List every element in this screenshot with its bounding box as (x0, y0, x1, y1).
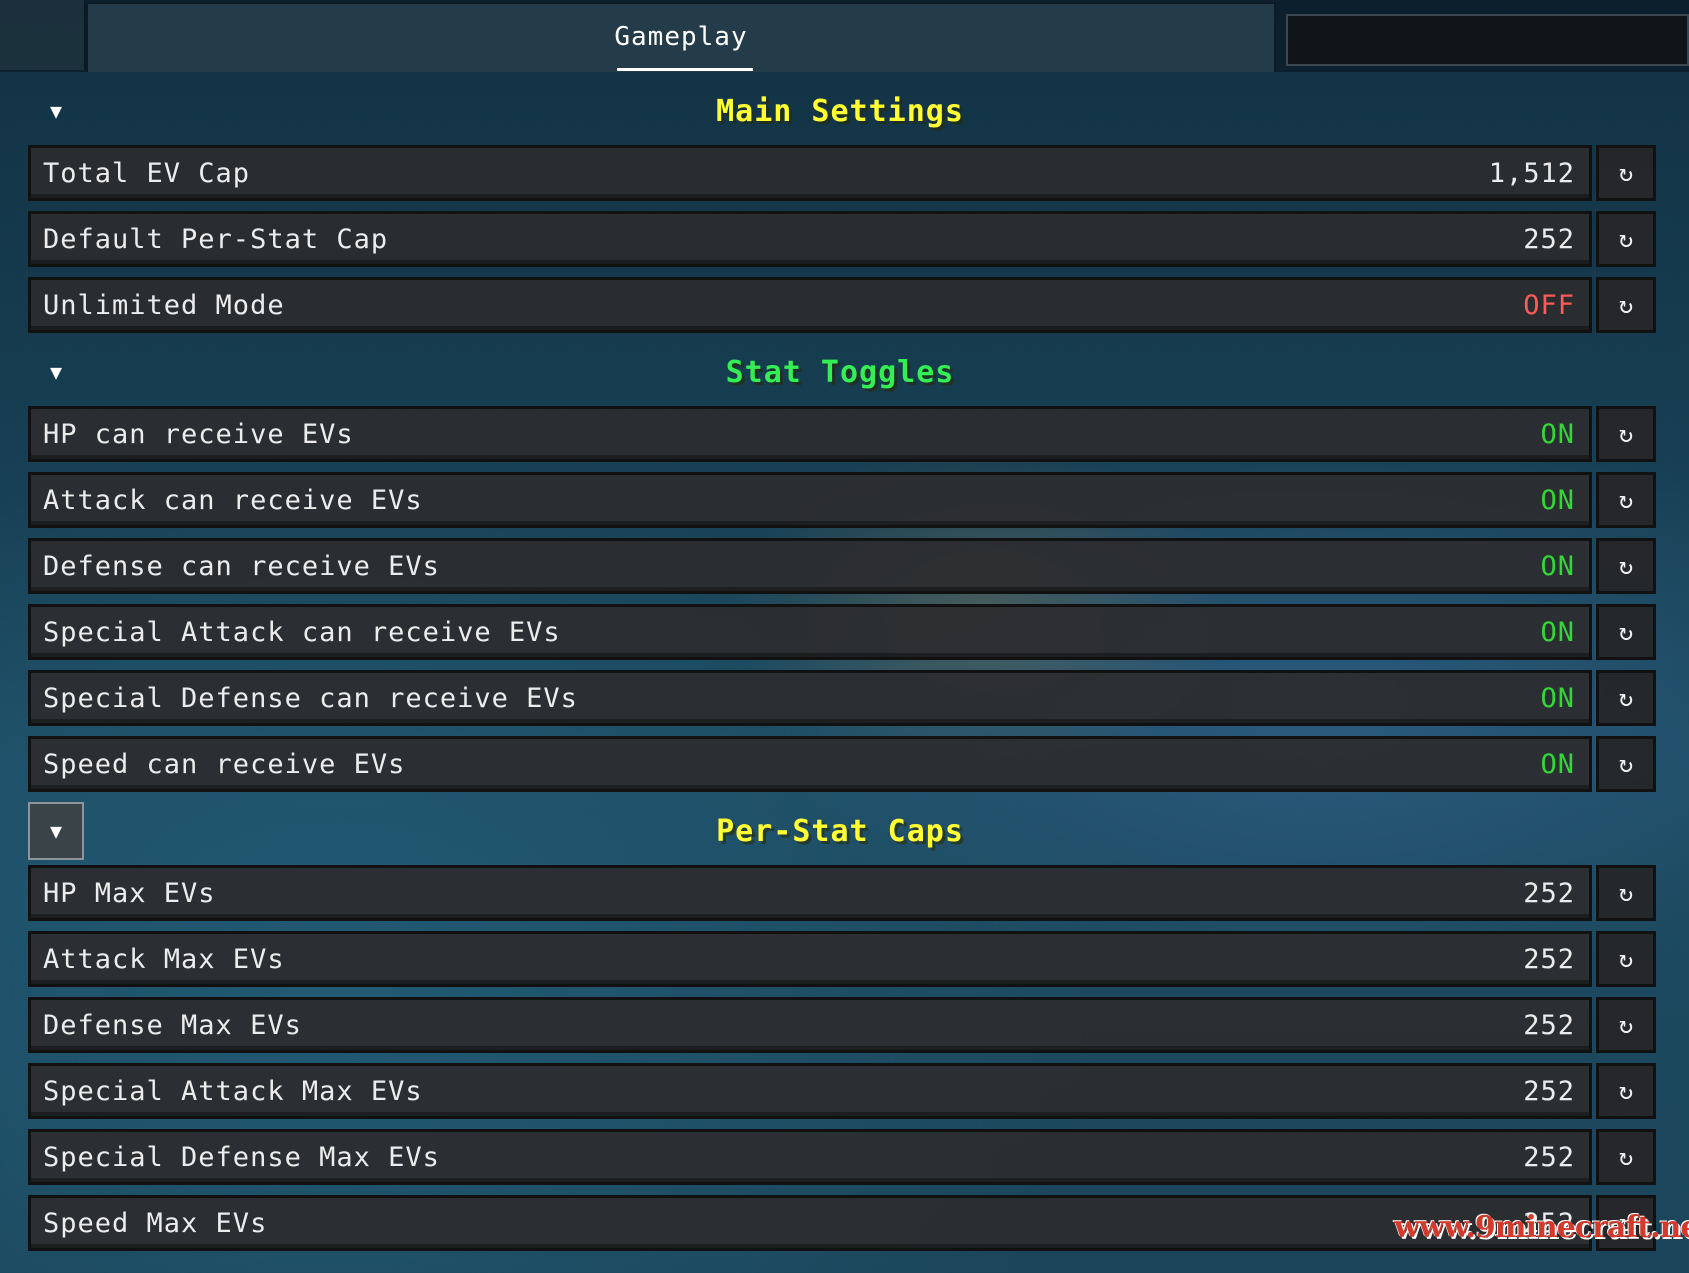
option-value: 252 (1523, 1010, 1575, 1041)
toggle-value: ON (1540, 617, 1575, 648)
option-label: Unlimited Mode (43, 290, 285, 321)
reset-icon[interactable]: ↻ (1596, 997, 1656, 1053)
tab-gameplay[interactable]: Gameplay (86, 2, 1276, 72)
tab-gameplay-label: Gameplay (614, 22, 748, 52)
reset-icon[interactable]: ↻ (1596, 1129, 1656, 1185)
option-label: Special Attack can receive EVs (43, 617, 561, 648)
section-title: Main Settings (716, 94, 964, 129)
section-title: Stat Toggles (725, 355, 955, 390)
option-value: 252 (1523, 878, 1575, 909)
option-label: HP can receive EVs (43, 419, 354, 450)
option-field[interactable]: Defense can receive EVs ON (28, 538, 1592, 594)
option-label: Attack Max EVs (43, 944, 285, 975)
watermark: www.9minecraft.net (1394, 1210, 1689, 1245)
option-field[interactable]: Special Attack can receive EVs ON (28, 604, 1592, 660)
option-field[interactable]: Special Defense Max EVs 252 (28, 1129, 1592, 1185)
toggle-value: ON (1540, 551, 1575, 582)
option-row-total-ev-cap[interactable]: Total EV Cap 1,512 ↻ (28, 145, 1656, 201)
option-row-attack-toggle[interactable]: Attack can receive EVs ON ↻ (28, 472, 1656, 528)
option-field[interactable]: Attack Max EVs 252 (28, 931, 1592, 987)
tab-bar: Gameplay (0, 0, 1689, 72)
option-row-defense-toggle[interactable]: Defense can receive EVs ON ↻ (28, 538, 1656, 594)
reset-icon[interactable]: ↻ (1596, 472, 1656, 528)
tab-active-indicator (617, 68, 753, 71)
option-row-hp-toggle[interactable]: HP can receive EVs ON ↻ (28, 406, 1656, 462)
option-row-special-defense-max[interactable]: Special Defense Max EVs 252 ↻ (28, 1129, 1656, 1185)
option-label: Defense can receive EVs (43, 551, 440, 582)
option-row-unlimited-mode[interactable]: Unlimited Mode OFF ↻ (28, 277, 1656, 333)
option-field[interactable]: Defense Max EVs 252 (28, 997, 1592, 1053)
option-field[interactable]: HP Max EVs 252 (28, 865, 1592, 921)
option-field[interactable]: Total EV Cap 1,512 (28, 145, 1592, 201)
option-row-speed-toggle[interactable]: Speed can receive EVs ON ↻ (28, 736, 1656, 792)
option-value: 252 (1523, 1076, 1575, 1107)
option-label: Total EV Cap (43, 158, 251, 189)
option-row-special-defense-toggle[interactable]: Special Defense can receive EVs ON ↻ (28, 670, 1656, 726)
section-header-stat-toggles: ▼ Stat Toggles (0, 349, 1689, 395)
search-input[interactable] (1286, 14, 1689, 66)
option-label: Defense Max EVs (43, 1010, 302, 1041)
option-label: Special Attack Max EVs (43, 1076, 423, 1107)
option-value: 252 (1523, 944, 1575, 975)
option-field[interactable]: Speed can receive EVs ON (28, 736, 1592, 792)
section-title: Per-Stat Caps (716, 814, 964, 849)
option-label: Speed can receive EVs (43, 749, 406, 780)
option-field[interactable]: Default Per-Stat Cap 252 (28, 211, 1592, 267)
option-row-special-attack-max[interactable]: Special Attack Max EVs 252 ↻ (28, 1063, 1656, 1119)
option-field[interactable]: Special Attack Max EVs 252 (28, 1063, 1592, 1119)
reset-icon[interactable]: ↻ (1596, 211, 1656, 267)
option-row-attack-max[interactable]: Attack Max EVs 252 ↻ (28, 931, 1656, 987)
reset-icon[interactable]: ↻ (1596, 604, 1656, 660)
option-value: 252 (1523, 1142, 1575, 1173)
toggle-value: ON (1540, 683, 1575, 714)
option-row-default-per-stat-cap[interactable]: Default Per-Stat Cap 252 ↻ (28, 211, 1656, 267)
reset-icon[interactable]: ↻ (1596, 1063, 1656, 1119)
option-field[interactable]: HP can receive EVs ON (28, 406, 1592, 462)
section-header-per-stat-caps: ▼ Per-Stat Caps (0, 802, 1689, 860)
reset-icon[interactable]: ↻ (1596, 736, 1656, 792)
reset-icon[interactable]: ↻ (1596, 538, 1656, 594)
tab-scroll-left[interactable] (0, 0, 86, 70)
option-field[interactable]: Attack can receive EVs ON (28, 472, 1592, 528)
reset-icon[interactable]: ↻ (1596, 145, 1656, 201)
option-field[interactable]: Speed Max EVs 252 (28, 1195, 1592, 1251)
toggle-value: ON (1540, 419, 1575, 450)
option-field[interactable]: Special Defense can receive EVs ON (28, 670, 1592, 726)
option-label: Special Defense Max EVs (43, 1142, 440, 1173)
option-row-defense-max[interactable]: Defense Max EVs 252 ↻ (28, 997, 1656, 1053)
reset-icon[interactable]: ↻ (1596, 865, 1656, 921)
toggle-value: OFF (1523, 290, 1575, 321)
option-label: Speed Max EVs (43, 1208, 268, 1239)
option-label: Special Defense can receive EVs (43, 683, 578, 714)
option-row-special-attack-toggle[interactable]: Special Attack can receive EVs ON ↻ (28, 604, 1656, 660)
toggle-value: ON (1540, 485, 1575, 516)
option-label: Attack can receive EVs (43, 485, 423, 516)
option-field[interactable]: Unlimited Mode OFF (28, 277, 1592, 333)
option-label: HP Max EVs (43, 878, 216, 909)
option-label: Default Per-Stat Cap (43, 224, 389, 255)
option-value: 1,512 (1488, 158, 1575, 189)
reset-icon[interactable]: ↻ (1596, 670, 1656, 726)
section-header-main-settings: ▼ Main Settings (0, 88, 1689, 134)
reset-icon[interactable]: ↻ (1596, 277, 1656, 333)
reset-icon[interactable]: ↻ (1596, 406, 1656, 462)
reset-icon[interactable]: ↻ (1596, 931, 1656, 987)
toggle-value: ON (1540, 749, 1575, 780)
option-value: 252 (1523, 224, 1575, 255)
option-row-hp-max[interactable]: HP Max EVs 252 ↻ (28, 865, 1656, 921)
